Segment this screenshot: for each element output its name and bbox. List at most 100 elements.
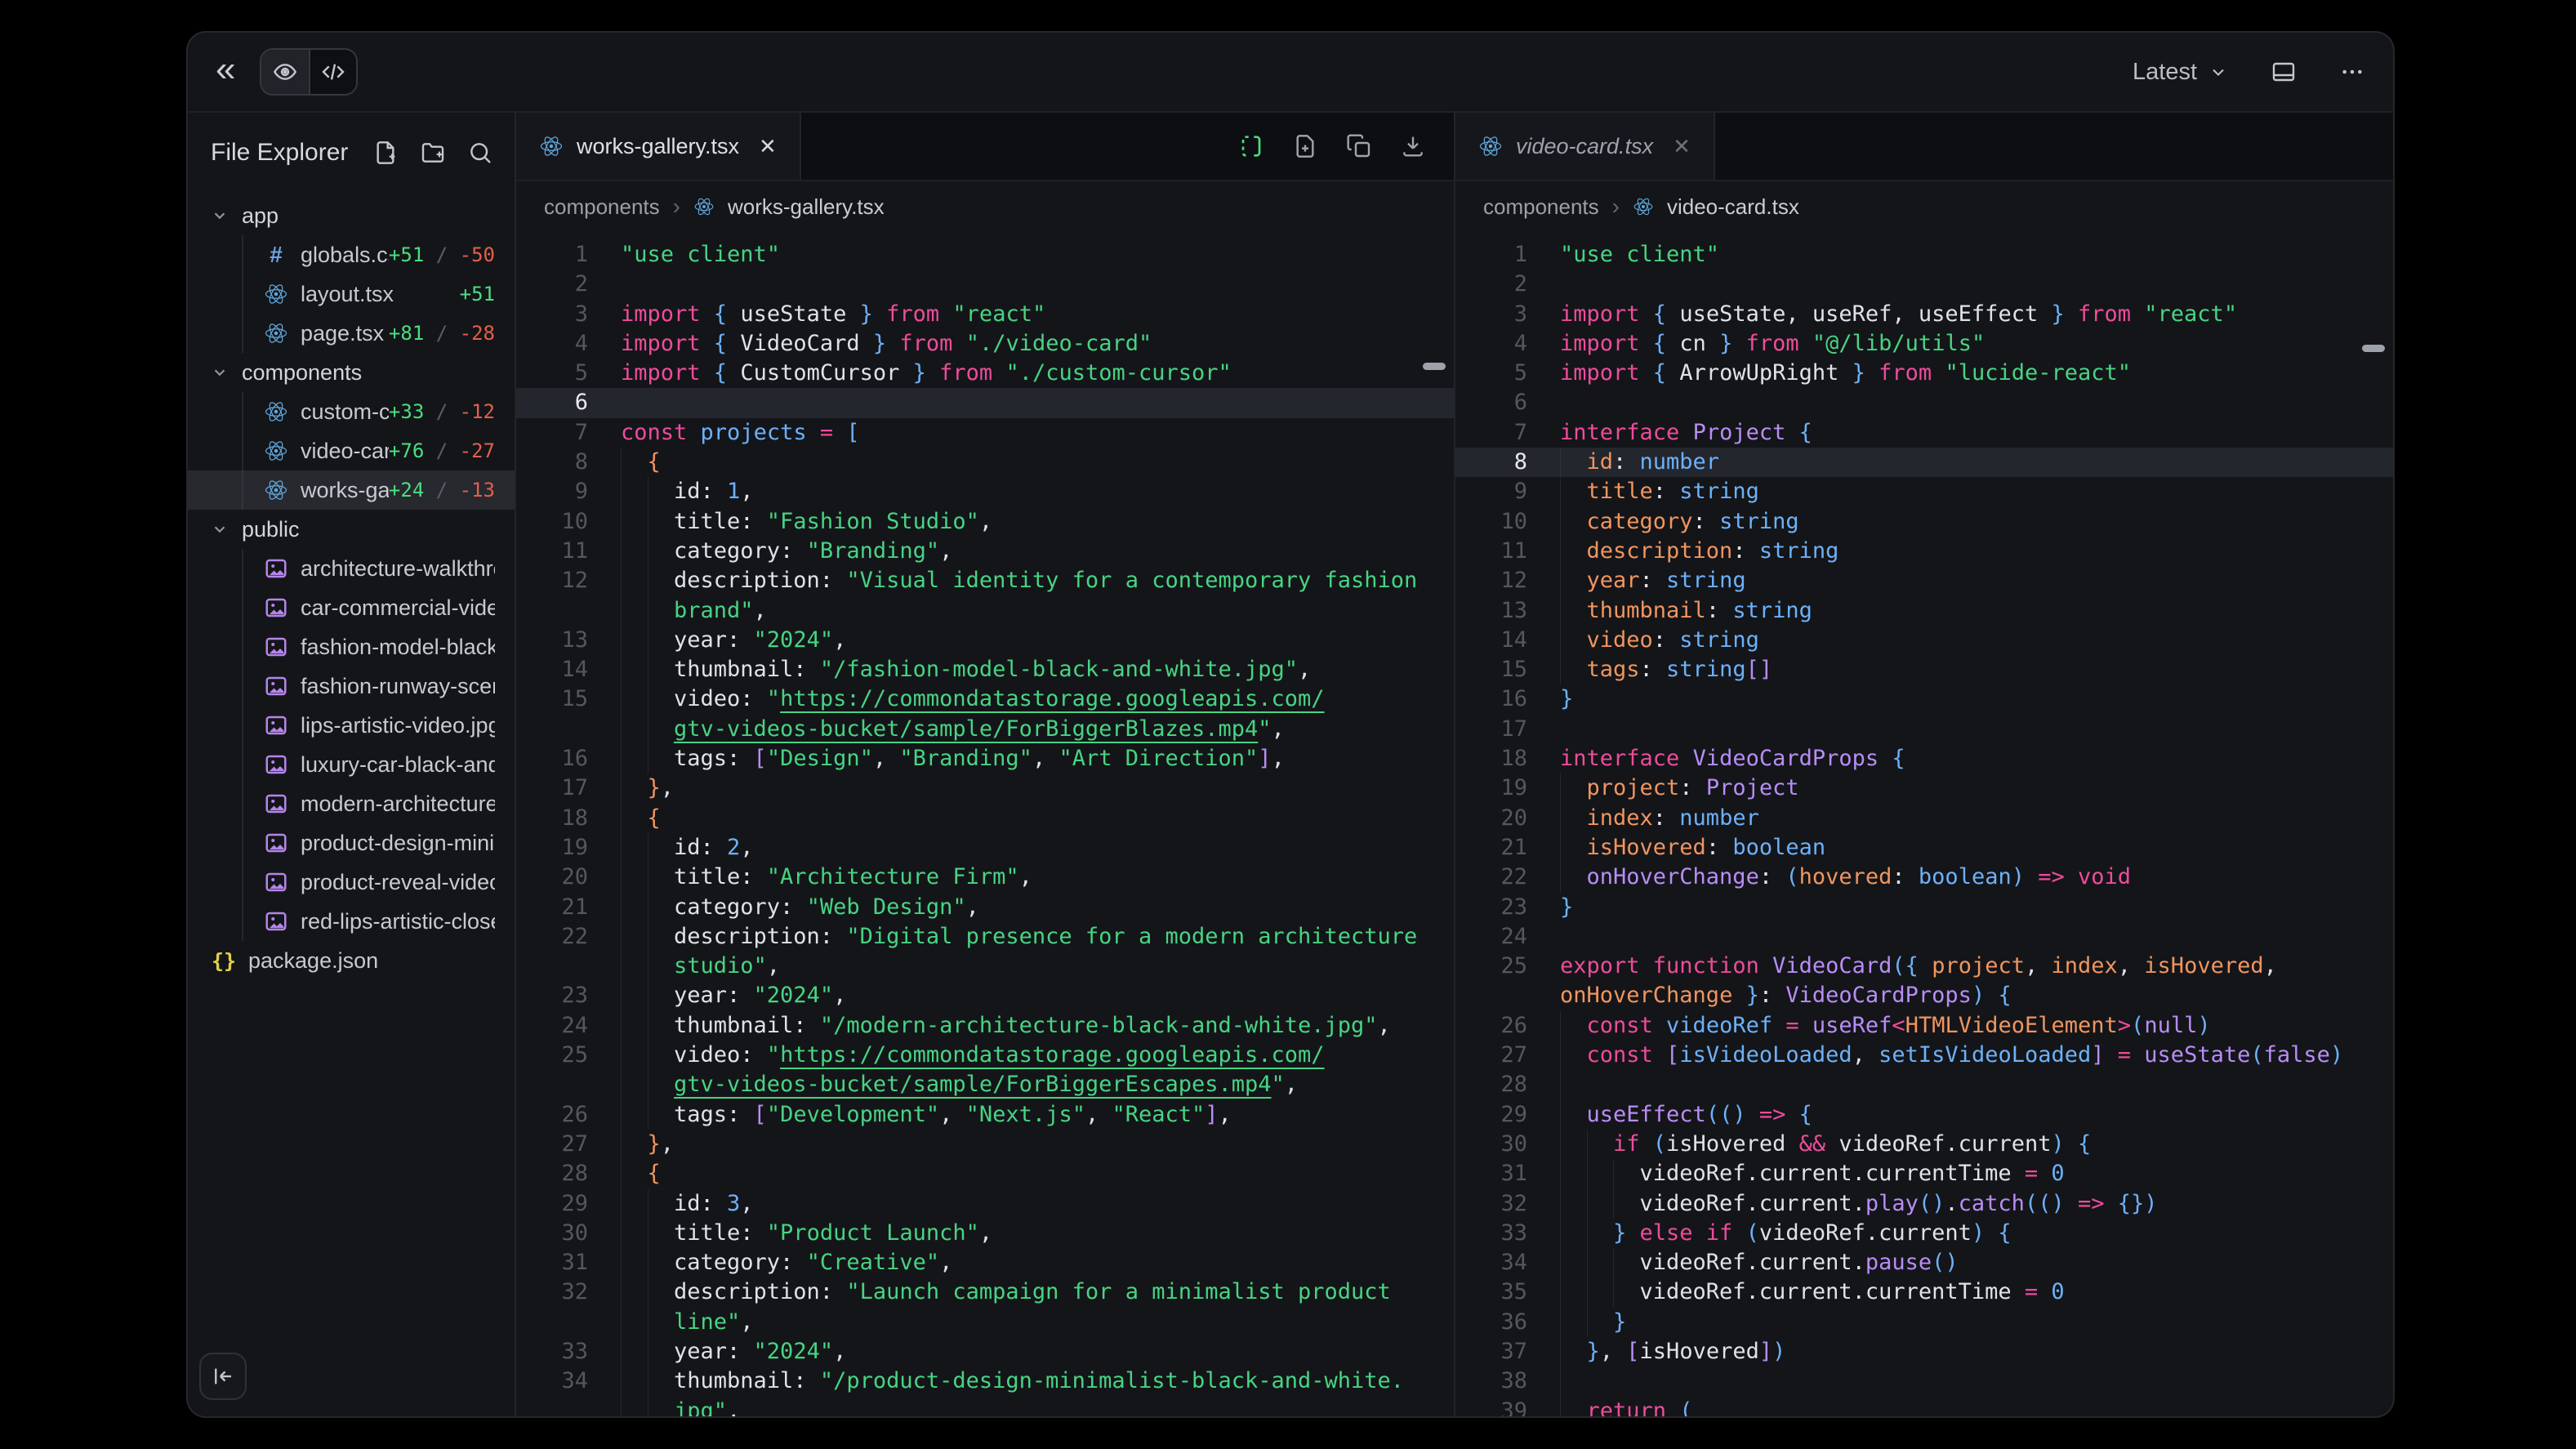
code-row[interactable]: 25export function VideoCard({ project, i…	[1455, 952, 2393, 981]
panel-bottom-icon[interactable]	[2271, 59, 2297, 85]
code-row[interactable]: 15tags: string[]	[1455, 655, 2393, 684]
code-row-current[interactable]: 8id: number	[1455, 448, 2393, 477]
tree-file-car-commercial-video-[interactable]: car-commercial-video…	[188, 588, 515, 627]
tree-file-modern-architecture-[interactable]: modern-architecture-…	[188, 784, 515, 823]
tree-folder-public[interactable]: public	[188, 510, 515, 549]
code-row[interactable]: 33year: "2024",	[516, 1337, 1454, 1367]
code-row[interactable]: 20title: "Architecture Firm",	[516, 863, 1454, 892]
code-row[interactable]: 33} else if (videoRef.current) {	[1455, 1219, 2393, 1248]
copy-icon[interactable]	[1346, 133, 1372, 159]
tree-file-product-design-minim-[interactable]: product-design-minim…	[188, 823, 515, 863]
tree-file-package.json[interactable]: {}package.json	[188, 941, 515, 980]
diff-view-icon[interactable]	[1238, 133, 1264, 159]
download-icon[interactable]	[1400, 133, 1426, 159]
tree-file-luxury-car-black-and-[interactable]: luxury-car-black-and-…	[188, 745, 515, 784]
code-row[interactable]: 5import { ArrowUpRight } from "lucide-re…	[1455, 359, 2393, 388]
code-row[interactable]: 24	[1455, 922, 2393, 952]
preview-toggle-button[interactable]	[261, 50, 309, 94]
tree-file-fashion-model-black-[interactable]: fashion-model-black-…	[188, 627, 515, 667]
code-row[interactable]: 13thumbnail: string	[1455, 596, 2393, 626]
code-row[interactable]: 20index: number	[1455, 804, 2393, 833]
code-row[interactable]: 23}	[1455, 893, 2393, 922]
code-row[interactable]: 31videoRef.current.currentTime = 0	[1455, 1159, 2393, 1188]
new-file-icon[interactable]	[372, 140, 399, 166]
collapse-sidebar-button[interactable]	[199, 1353, 247, 1400]
tree-file-layout.tsx[interactable]: layout.tsx+51	[188, 274, 515, 314]
code-row[interactable]: 3import { useState } from "react"	[516, 300, 1454, 329]
tree-file-product-reveal-video.j-[interactable]: product-reveal-video.j…	[188, 863, 515, 902]
new-folder-icon[interactable]	[420, 140, 446, 166]
code-row[interactable]: gtv-videos-bucket/sample/ForBiggerBlazes…	[516, 715, 1454, 744]
tree-file-works-galler-[interactable]: works-galler…+24 / -13	[188, 470, 515, 510]
code-row[interactable]: 23year: "2024",	[516, 981, 1454, 1010]
tab-works-gallery[interactable]: works-gallery.tsx ✕	[516, 113, 801, 180]
code-row[interactable]: 39return (	[1455, 1397, 2393, 1416]
tree-folder-components[interactable]: components	[188, 353, 515, 392]
code-row[interactable]: 6	[1455, 388, 2393, 417]
code-row[interactable]: 32videoRef.current.play().catch(() => {}…	[1455, 1189, 2393, 1219]
code-row[interactable]: 27},	[516, 1130, 1454, 1159]
tree-file-architecture-walkthro-[interactable]: architecture-walkthro…	[188, 549, 515, 588]
code-row[interactable]: 11description: string	[1455, 537, 2393, 566]
tree-file-video-card.tsx[interactable]: video-card.tsx+76 / -27	[188, 431, 515, 470]
code-row[interactable]: 38	[1455, 1367, 2393, 1396]
code-row[interactable]: 7const projects = [	[516, 418, 1454, 448]
code-row-current[interactable]: 6	[516, 388, 1454, 417]
code-row[interactable]: jpg",	[516, 1397, 1454, 1416]
code-row[interactable]: 32description: "Launch campaign for a mi…	[516, 1277, 1454, 1307]
version-dropdown[interactable]: Latest	[2133, 59, 2228, 86]
code-area-works-gallery[interactable]: 1"use client"23import { useState } from …	[516, 232, 1454, 1416]
tree-file-fashion-runway-scen-[interactable]: fashion-runway-scen…	[188, 667, 515, 706]
code-row[interactable]: 21isHovered: boolean	[1455, 833, 2393, 863]
code-row[interactable]: 10title: "Fashion Studio",	[516, 507, 1454, 537]
code-row[interactable]: 37}, [isHovered])	[1455, 1337, 2393, 1367]
code-row[interactable]: line",	[516, 1308, 1454, 1337]
code-row[interactable]: 31category: "Creative",	[516, 1248, 1454, 1277]
scrollbar-thumb[interactable]	[2362, 345, 2385, 352]
close-tab-icon[interactable]: ✕	[759, 134, 777, 159]
code-row[interactable]: 11category: "Branding",	[516, 537, 1454, 566]
code-row[interactable]: 1"use client"	[1455, 240, 2393, 270]
code-row[interactable]: 9title: string	[1455, 477, 2393, 506]
code-row[interactable]: 28{	[516, 1159, 1454, 1188]
code-row[interactable]: 12description: "Visual identity for a co…	[516, 566, 1454, 595]
code-row[interactable]: 9id: 1,	[516, 477, 1454, 506]
code-row[interactable]: studio",	[516, 952, 1454, 981]
code-row[interactable]: 30if (isHovered && videoRef.current) {	[1455, 1130, 2393, 1159]
scrollbar-thumb[interactable]	[1423, 363, 1446, 370]
code-row[interactable]: 7interface Project {	[1455, 418, 2393, 448]
code-row[interactable]: 12year: string	[1455, 566, 2393, 595]
code-row[interactable]: 21category: "Web Design",	[516, 893, 1454, 922]
collapse-panel-icon[interactable]: «	[216, 51, 235, 92]
code-row[interactable]: 17},	[516, 774, 1454, 803]
code-row[interactable]: 24thumbnail: "/modern-architecture-black…	[516, 1011, 1454, 1041]
add-file-icon[interactable]	[1292, 133, 1318, 159]
code-row[interactable]: 1"use client"	[516, 240, 1454, 270]
code-row[interactable]: 30title: "Product Launch",	[516, 1219, 1454, 1248]
code-row[interactable]: 26tags: ["Development", "Next.js", "Reac…	[516, 1100, 1454, 1130]
code-area-video-card[interactable]: 1"use client"23import { useState, useRef…	[1455, 232, 2393, 1416]
code-row[interactable]: 22description: "Digital presence for a m…	[516, 922, 1454, 952]
code-row[interactable]: 29id: 3,	[516, 1189, 1454, 1219]
tree-file-page.tsx[interactable]: page.tsx+81 / -28	[188, 314, 515, 353]
code-row[interactable]: 15video: "https://commondatastorage.goog…	[516, 684, 1454, 714]
more-options-icon[interactable]	[2339, 59, 2365, 85]
code-row[interactable]: 16tags: ["Design", "Branding", "Art Dire…	[516, 744, 1454, 774]
breadcrumb-folder[interactable]: components	[544, 194, 660, 220]
code-row[interactable]: 14thumbnail: "/fashion-model-black-and-w…	[516, 655, 1454, 684]
code-row[interactable]: 14video: string	[1455, 626, 2393, 655]
code-row[interactable]: brand",	[516, 596, 1454, 626]
tree-folder-app[interactable]: app	[188, 196, 515, 235]
code-row[interactable]: 3import { useState, useRef, useEffect } …	[1455, 300, 2393, 329]
code-row[interactable]: 13year: "2024",	[516, 626, 1454, 655]
tree-file-red-lips-artistic-close-[interactable]: red-lips-artistic-close…	[188, 902, 515, 941]
code-row[interactable]: 28	[1455, 1070, 2393, 1099]
code-row[interactable]: 10category: string	[1455, 507, 2393, 537]
code-row[interactable]: 34videoRef.current.pause()	[1455, 1248, 2393, 1277]
tree-file-globals.css[interactable]: #globals.css+51 / -50	[188, 235, 515, 274]
code-row[interactable]: gtv-videos-bucket/sample/ForBiggerEscape…	[516, 1070, 1454, 1099]
code-row[interactable]: 36}	[1455, 1308, 2393, 1337]
code-row[interactable]: 8{	[516, 448, 1454, 477]
code-row[interactable]: 34thumbnail: "/product-design-minimalist…	[516, 1367, 1454, 1396]
close-tab-icon[interactable]: ✕	[1673, 134, 1691, 159]
